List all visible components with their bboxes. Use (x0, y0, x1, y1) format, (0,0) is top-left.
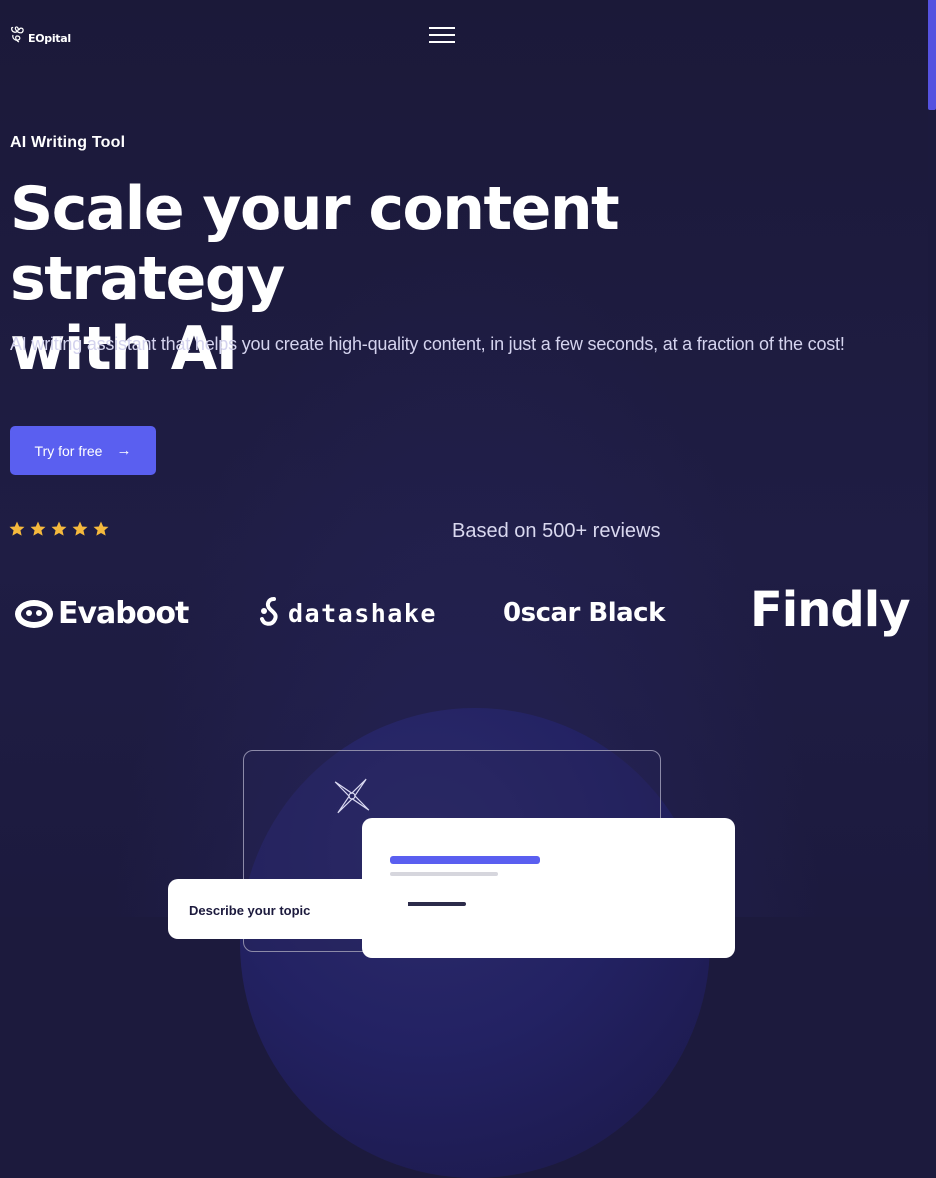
hero-eyebrow: AI Writing Tool (10, 134, 126, 151)
star-icon (9, 521, 25, 536)
star-icon (51, 521, 67, 536)
star-icon (72, 521, 88, 536)
brand-name: datashake (288, 598, 437, 628)
brand-name: Evaboot (58, 596, 189, 631)
preview-title-bar (390, 856, 540, 864)
arrow-right-icon: → (116, 442, 132, 459)
preview-content-card (362, 818, 735, 958)
preview-topic-card: Describe your topic (168, 879, 408, 939)
menu-line-icon (429, 27, 455, 29)
menu-line-icon (429, 34, 455, 36)
logo-text: EOpital (28, 32, 71, 45)
scrollbar-thumb[interactable] (928, 0, 936, 110)
preview-line (390, 872, 498, 876)
menu-line-icon (429, 41, 455, 43)
brand-logo-findly: Findly (750, 582, 911, 638)
headline-line-1: Scale your content strategy (10, 174, 620, 314)
brand-name: 0scar Black (503, 598, 665, 628)
cta-label: Try for free (34, 442, 103, 459)
topic-card-label: Describe your topic (189, 903, 311, 918)
sparkle-icon (334, 778, 370, 814)
brand-logo-datashake: datashake (256, 597, 437, 629)
datashake-logo-icon (260, 597, 278, 626)
star-icon (93, 521, 109, 536)
star-icon (30, 521, 46, 536)
brand-logo-oscar-black: 0scar Black (503, 598, 665, 628)
logo-mark-icon (11, 26, 24, 43)
try-for-free-button[interactable]: Try for free → (10, 426, 156, 475)
hamburger-menu-button[interactable] (429, 26, 455, 44)
brand-name: Findly (750, 582, 911, 638)
brand-logos-row: Evaboot datashake 0scar Black Findly (0, 582, 928, 652)
evaboot-logo-icon (15, 599, 53, 628)
brand-logo-evaboot: Evaboot (14, 596, 189, 631)
site-logo[interactable]: EOpital (10, 24, 71, 44)
star-rating (8, 520, 110, 538)
hero-subheadline: AI writing assistant that helps you crea… (10, 334, 845, 354)
scrollbar-track[interactable] (928, 0, 936, 917)
reviews-count: Based on 500+ reviews (452, 520, 661, 542)
